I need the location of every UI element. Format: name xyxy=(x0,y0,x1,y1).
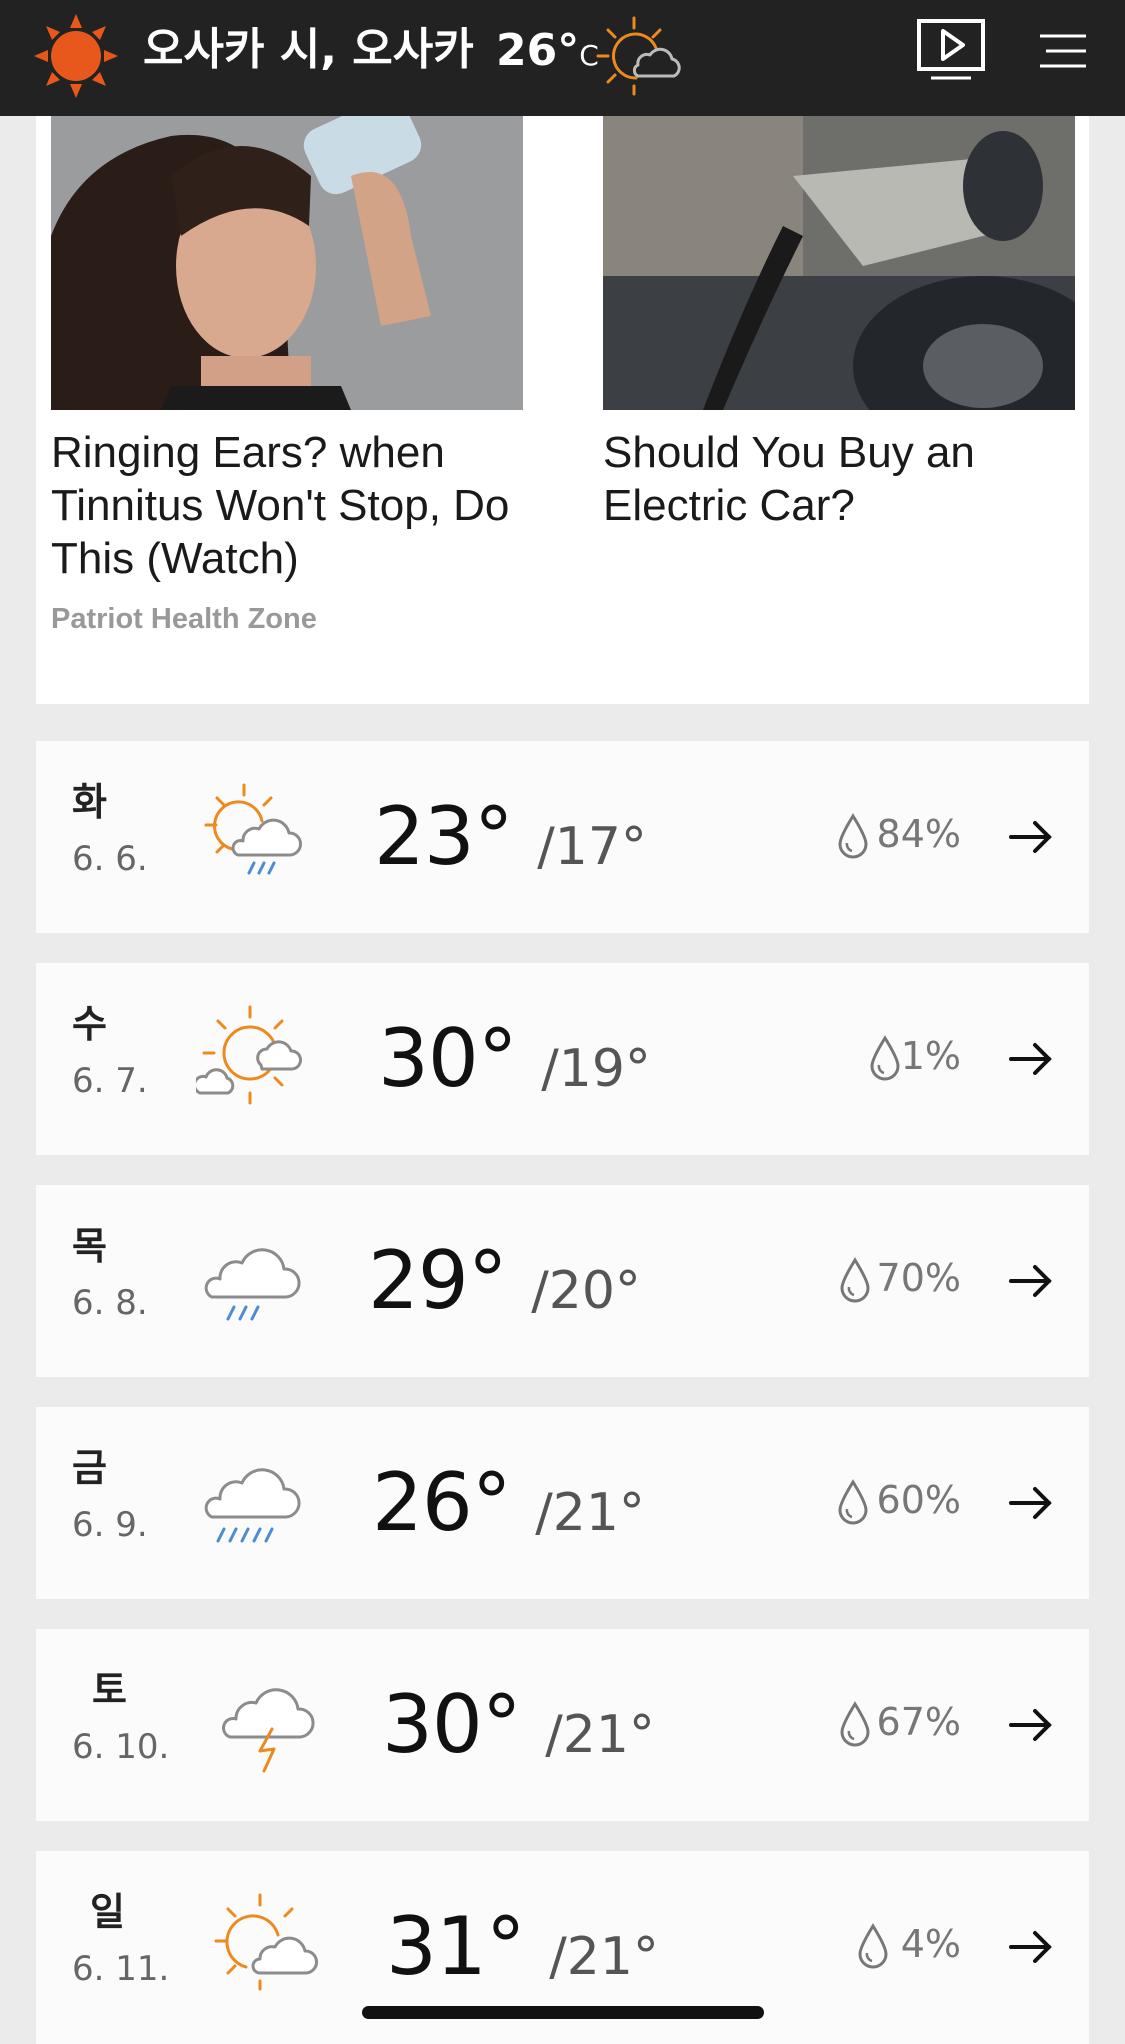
low-temp-value: /21° xyxy=(545,1705,655,1765)
day-name: 수 xyxy=(72,1002,107,1046)
day-high-temp: 29° /20° xyxy=(368,1233,641,1339)
low-temp-value: /21° xyxy=(549,1927,659,1987)
sun-logo-icon[interactable] xyxy=(34,14,118,98)
day-date: 6. 9. xyxy=(72,1505,148,1545)
high-temp-value: 29° xyxy=(368,1234,508,1327)
arrow-right-icon[interactable] xyxy=(1007,1257,1055,1305)
day-date: 6. 6. xyxy=(72,839,148,879)
ad-image-ev-charger[interactable] xyxy=(603,116,1075,410)
ad-source[interactable]: Patriot Health Zone xyxy=(51,603,523,636)
forecast-day-row[interactable]: 금 6. 9. 26° /21° 60% xyxy=(36,1407,1089,1599)
precipitation-chance: 70% xyxy=(876,1256,961,1300)
cloud-lightning-icon xyxy=(222,1688,315,1773)
day-name: 금 xyxy=(72,1446,107,1490)
ad-image-woman[interactable] xyxy=(51,116,523,410)
low-temp-value: /19° xyxy=(541,1039,651,1099)
forecast-day-row[interactable]: 화 6. 6. 23° /17° 84% xyxy=(36,741,1089,933)
day-name: 화 xyxy=(72,780,107,824)
raindrop-icon xyxy=(840,1257,870,1303)
day-date: 6. 7. xyxy=(72,1061,148,1101)
precipitation-chance: 60% xyxy=(876,1478,961,1522)
forecast-day-row[interactable]: 목 6. 8. 29° /20° 70% xyxy=(36,1185,1089,1377)
low-temp-value: /17° xyxy=(537,817,647,877)
sun-cloud-icon xyxy=(596,16,681,96)
raindrop-icon xyxy=(838,813,868,859)
raindrop-icon xyxy=(870,1035,900,1081)
day-high-temp: 30° /21° xyxy=(382,1677,655,1783)
video-button-icon[interactable] xyxy=(916,18,986,82)
ad-item-electric-car[interactable]: Should You Buy an Electric Car? xyxy=(603,116,1075,532)
sun-clouds-icon xyxy=(196,1005,302,1105)
sun-cloud-icon xyxy=(214,1893,318,1991)
partly-sunny-rain-icon xyxy=(204,783,302,875)
high-temp-value: 26° xyxy=(372,1456,512,1549)
raindrop-icon xyxy=(838,1479,868,1525)
day-high-temp: 30° /19° xyxy=(378,1011,651,1117)
sponsored-ads-card: Ringing Ears? when Tinnitus Won't Stop, … xyxy=(36,116,1089,704)
current-temperature: 26°C xyxy=(496,22,599,85)
high-temp-value: 23° xyxy=(374,790,514,883)
day-date: 6. 10. xyxy=(72,1727,170,1767)
arrow-right-icon[interactable] xyxy=(1007,1479,1055,1527)
precipitation-chance: 4% xyxy=(900,1922,961,1966)
precipitation-chance: 84% xyxy=(876,812,961,856)
home-indicator[interactable] xyxy=(362,2006,764,2019)
forecast-day-row[interactable]: 수 6. 7. 30° /19° 1% xyxy=(36,963,1089,1155)
low-temp-value: /20° xyxy=(531,1261,641,1321)
app-header: 오사카 시, 오사카 26°C xyxy=(0,0,1125,116)
arrow-right-icon[interactable] xyxy=(1007,1701,1055,1749)
day-high-temp: 23° /17° xyxy=(374,789,647,895)
low-temp-value: /21° xyxy=(535,1483,645,1543)
high-temp-value: 31° xyxy=(386,1900,526,1993)
arrow-right-icon[interactable] xyxy=(1007,1035,1055,1083)
precipitation-chance: 1% xyxy=(900,1034,961,1078)
day-high-temp: 26° /21° xyxy=(372,1455,645,1561)
day-name: 목 xyxy=(72,1224,107,1268)
cloud-heavy-rain-icon xyxy=(204,1468,301,1543)
hamburger-menu-icon[interactable] xyxy=(1040,30,1086,72)
high-temp-value: 30° xyxy=(382,1678,522,1771)
raindrop-icon xyxy=(858,1923,888,1969)
day-date: 6. 11. xyxy=(72,1949,170,1989)
day-date: 6. 8. xyxy=(72,1283,148,1323)
current-temperature-value: 26° xyxy=(496,25,580,76)
cloud-rain-icon xyxy=(204,1248,301,1321)
raindrop-icon xyxy=(840,1701,870,1747)
ad-item-tinnitus[interactable]: Ringing Ears? when Tinnitus Won't Stop, … xyxy=(51,116,523,636)
day-high-temp: 31° /21° xyxy=(386,1899,659,2005)
precipitation-chance: 67% xyxy=(876,1700,961,1744)
ad-title[interactable]: Ringing Ears? when Tinnitus Won't Stop, … xyxy=(51,426,523,585)
high-temp-value: 30° xyxy=(378,1012,518,1105)
arrow-right-icon[interactable] xyxy=(1007,1923,1055,1971)
ad-title[interactable]: Should You Buy an Electric Car? xyxy=(603,426,1075,532)
location-title[interactable]: 오사카 시, 오사카 xyxy=(143,20,474,80)
day-name: 토 xyxy=(92,1668,127,1712)
forecast-day-row[interactable]: 토 6. 10. 30° /21° 67% xyxy=(36,1629,1089,1821)
arrow-right-icon[interactable] xyxy=(1007,813,1055,861)
